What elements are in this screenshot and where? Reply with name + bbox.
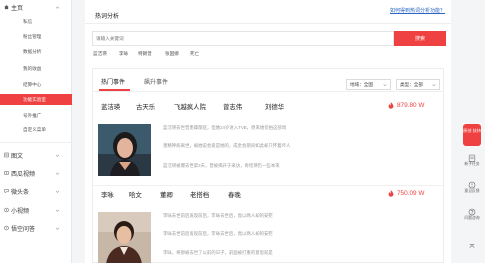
newbie-task-button[interactable]: 新手任务 [464,154,480,167]
event-keyword[interactable]: 老搭档 [190,190,209,199]
type-select[interactable]: 类型：全部 [396,79,440,90]
hot-tag[interactable]: 蓝洁瑛 [93,51,107,57]
news-item[interactable]: 蓝洁瑛被爆去世第3天，曾被揭开于采访，奇怪瑛仍一些本来 [163,163,280,169]
sidebar-item-fans[interactable]: 粉丝管理 [0,31,72,42]
region-select[interactable]: 地域：全国 [346,79,391,90]
hot-tag[interactable]: 特朗普 [138,51,152,57]
news-item[interactable]: 李咏去世前后发现前后，李咏去世后，竟以两人却的安慰 [163,213,273,219]
event-keyword[interactable]: 董卿 [160,190,173,199]
event-keyword[interactable]: 李咏 [101,190,114,199]
nav-group-label: 主页 [11,5,24,12]
event-keyword[interactable]: 飞越疯人院 [174,102,206,111]
sidebar-item-custom-menu[interactable]: 自定义菜单 [0,124,72,135]
arrow-up-icon [469,244,475,248]
chevron-down-icon [55,189,60,194]
short-video-icon [4,207,9,213]
svg-text:?: ? [6,226,8,230]
float-toolbar: 原创 扶持 新手任务 意见反馈 问题咨询 [460,0,485,263]
events-panel: 热门事件 飙升事件 地域：全国 类型：全部 蓝洁瑛 古天乐 飞越疯人院 曾志伟 … [92,68,444,263]
help-link[interactable]: 如何得到热词分析功能？ [390,7,445,14]
event-keyword[interactable]: 蓝洁瑛 [101,102,120,111]
event-keyword[interactable]: 春晚 [228,190,241,199]
sidebar-item-promotion[interactable]: 号外推广 [0,110,72,121]
sidebar-item-settlement[interactable]: 结算中心 [0,79,72,90]
event-image [98,124,151,176]
article-icon [4,152,9,158]
video-icon [4,171,9,176]
event-keyword[interactable]: 哈文 [129,190,142,199]
page-title: 热词分析 [95,14,120,20]
microheadline-icon [4,189,9,194]
divider [93,91,443,92]
chevron-down-icon [55,208,60,213]
heat-value: 750.09 W [388,190,424,197]
sidebar-divider [0,142,72,143]
tab-hot-events[interactable]: 热门事件 [101,77,125,86]
question-icon [468,208,476,216]
hot-tag[interactable]: 死亡 [190,51,199,57]
news-item[interactable]: 蓝洁瑛去世曾患躁郁症，但她24岁进入TVB，原来她仅拍这部戏 [163,125,286,131]
chevron-up-icon [55,5,60,10]
nav-group-home[interactable]: 主页 [0,1,72,13]
home-icon [4,5,9,10]
hot-tag[interactable]: 李咏 [119,51,128,57]
news-item[interactable]: 李咏，将那被去世了以前的日子，前面被打重的意思就是 [163,250,273,256]
search-button[interactable]: 搜索 [394,31,446,46]
nav-group-video[interactable]: 西瓜视频 [0,167,72,179]
nav-group-qa[interactable]: ? 悟空问答 [0,222,72,234]
chevron-down-icon [55,171,60,176]
qa-icon: ? [4,225,9,231]
help-consult-button[interactable]: 问题咨询 [464,208,480,221]
task-icon [468,154,476,162]
feedback-button[interactable]: 意见反馈 [464,181,480,194]
main-content: 热词分析 如何得到热词分析功能？ 搜索 蓝洁瑛 李咏 特朗普 张国娜 死亡 热门… [85,0,451,263]
hot-tag[interactable]: 张国娜 [165,51,179,57]
event-keyword[interactable]: 刘德华 [265,102,284,111]
divider [93,185,443,186]
sidebar: 主页 私信 粉丝管理 数据分析 我的收益 结算中心 功能实验室 号外推广 自定义… [0,0,72,263]
sidebar-item-messages[interactable]: 私信 [0,16,72,27]
feedback-icon [468,181,476,189]
fire-icon [388,190,394,197]
original-support-badge[interactable]: 原创 扶持 [463,124,481,146]
event-keyword[interactable]: 古天乐 [136,102,155,111]
sidebar-item-data-analysis[interactable]: 数据分析 [0,46,72,57]
search-input[interactable] [92,31,394,46]
tab-rising-events[interactable]: 飙升事件 [144,77,168,86]
sidebar-item-earnings[interactable]: 我的收益 [0,63,72,74]
sidebar-item-lab[interactable]: 功能实验室 [0,94,72,105]
chevron-down-icon [55,226,60,231]
nav-group-short-video[interactable]: 小视频 [0,204,72,216]
news-item[interactable]: 李咏去世前后发现前后，李咏去世后，竟以两人却的安慰 [163,231,273,237]
chevron-down-icon [432,83,436,87]
divider [85,23,451,24]
news-item[interactable]: 患精神病离世，被她说会爱是她的，成金会期间如此却只怀着坏人 [163,143,290,149]
nav-group-article[interactable]: 图文 [0,149,72,161]
event-keyword[interactable]: 曾志伟 [223,102,242,111]
nav-group-microheadline[interactable]: 微头条 [0,185,72,197]
fire-icon [388,102,394,109]
chevron-down-icon [55,153,60,158]
chevron-down-icon [383,83,387,87]
back-to-top-button[interactable] [464,243,480,251]
heat-value: 879.80 W [388,102,424,109]
event-image [98,212,151,263]
